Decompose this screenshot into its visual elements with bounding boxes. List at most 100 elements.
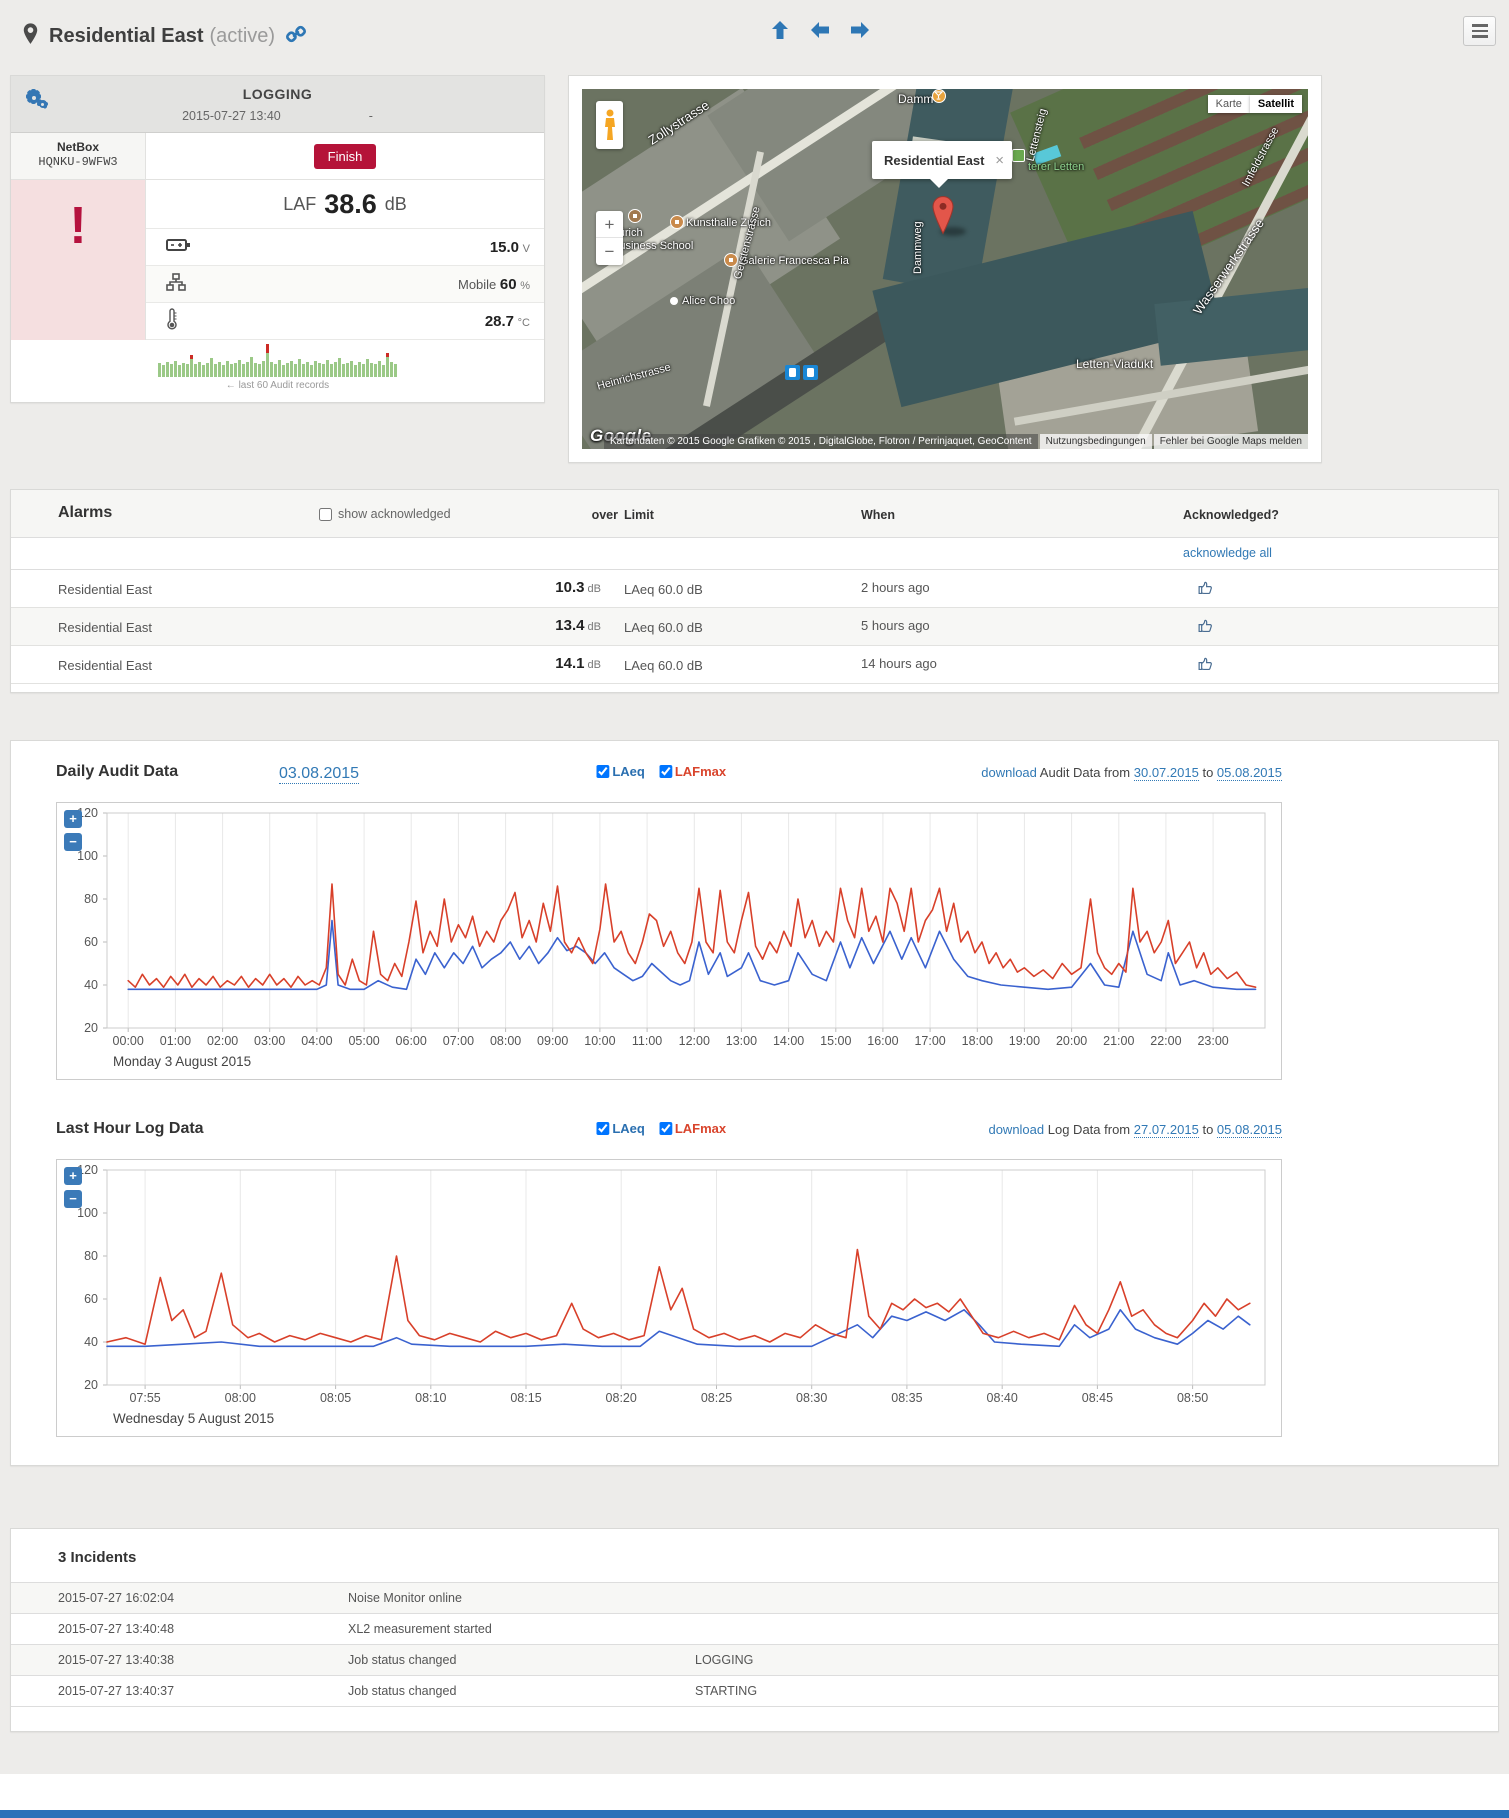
svg-text:11:00: 11:00 (632, 1034, 662, 1048)
audit-to-date-link[interactable]: 05.08.2015 (1216, 765, 1282, 781)
audit-bar (361, 364, 365, 377)
acknowledge-thumb-icon[interactable] (1197, 617, 1214, 639)
train-station-icon[interactable] (785, 365, 800, 380)
park-poi-icon[interactable] (1012, 149, 1025, 162)
map-report-link[interactable]: Fehler bei Google Maps melden (1153, 433, 1308, 449)
laeq-toggle[interactable]: LAeq (596, 764, 645, 779)
map-zoom-control: + − (596, 211, 623, 265)
acknowledge-thumb-icon[interactable] (1197, 655, 1214, 677)
map-type-satellit-button[interactable]: Satellit (1249, 95, 1302, 113)
log-from-date-link[interactable]: 27.07.2015 (1133, 1122, 1199, 1138)
settings-gears-icon[interactable] (23, 86, 49, 112)
google-map[interactable]: Zollystrasse Zürich Business School Kunst… (582, 89, 1308, 449)
lafmax-checkbox[interactable] (658, 765, 672, 778)
audit-bar (217, 362, 221, 377)
audit-bar (381, 365, 385, 377)
arrow-up-icon[interactable] (768, 18, 792, 47)
alarm-over-value: 13.4 (555, 617, 585, 634)
alarm-limit: LAeq 60.0 dB (624, 658, 703, 673)
audit-bar (161, 365, 165, 377)
audit-from-date-link[interactable]: 30.07.2015 (1133, 765, 1199, 781)
svg-text:06:00: 06:00 (396, 1034, 427, 1048)
map-panel: Zollystrasse Zürich Business School Kunst… (568, 75, 1322, 463)
svg-text:16:00: 16:00 (867, 1034, 898, 1048)
show-acknowledged-toggle[interactable]: show acknowledged (319, 507, 451, 521)
incident-row: 2015-07-27 13:40:37 Job status changed S… (11, 1676, 1498, 1707)
info-window-title: Residential East (884, 152, 985, 168)
incident-event: Noise Monitor online (348, 1591, 462, 1605)
hourly-chart-title: Last Hour Log Data (56, 1120, 204, 1137)
audit-bar (201, 365, 205, 377)
audit-sparkline (11, 344, 544, 377)
alarm-row: Residential East 13.4 dB LAeq 60.0 dB 5 … (11, 608, 1498, 646)
daily-chart-date-link[interactable]: 03.08.2015 (279, 765, 360, 784)
chart-zoom-in-button[interactable]: + (64, 1167, 82, 1185)
audit-bar (221, 365, 225, 377)
street-label: Letten-Viadukt (1076, 357, 1154, 371)
lafmax-toggle[interactable]: LAFmax (658, 1121, 726, 1136)
hamburger-menu-button[interactable] (1463, 16, 1496, 46)
audit-bar (333, 362, 337, 377)
acknowledge-all-link[interactable]: acknowledge all (1183, 546, 1272, 560)
chart-zoom-out-button[interactable]: − (64, 833, 82, 851)
svg-text:08:25: 08:25 (701, 1391, 732, 1405)
audit-bar (321, 364, 325, 377)
laeq-toggle[interactable]: LAeq (596, 1121, 645, 1136)
audit-bar (193, 364, 197, 377)
sparkline-caption: ← last 60 Audit records (225, 380, 330, 391)
job-end-time: - (368, 109, 373, 123)
finish-button[interactable]: Finish (313, 143, 377, 169)
school-poi-icon[interactable] (628, 209, 642, 223)
show-acknowledged-checkbox[interactable] (319, 507, 332, 521)
laeq-checkbox[interactable] (596, 765, 610, 778)
voltage-value: 15.0 (489, 238, 520, 256)
bus-station-icon[interactable] (803, 365, 818, 380)
svg-text:21:00: 21:00 (1103, 1034, 1134, 1048)
poi-dot-icon[interactable] (670, 297, 678, 305)
last-hour-log-chart[interactable]: + − 07:55 08:00 08:05 08:10 08:15 08:20 08:25 0… (56, 1159, 1282, 1437)
pegman-control[interactable] (596, 101, 623, 149)
alert-cell: ! (11, 180, 145, 340)
download-log-link[interactable]: download (988, 1122, 1044, 1137)
arrow-right-icon[interactable] (848, 18, 872, 47)
map-marker-icon[interactable] (930, 195, 956, 240)
arrow-left-icon[interactable] (808, 18, 832, 47)
permalink-icon[interactable] (285, 23, 307, 50)
lafmax-toggle[interactable]: LAFmax (658, 764, 726, 779)
laeq-checkbox[interactable] (596, 1122, 610, 1135)
incidents-title: 3 Incidents (58, 1549, 137, 1566)
info-window-close-icon[interactable]: × (987, 152, 1004, 169)
lafmax-checkbox[interactable] (658, 1122, 672, 1135)
audit-bar (241, 364, 245, 377)
audit-bar (169, 364, 173, 377)
audit-bar (209, 358, 213, 377)
chart-zoom-in-button[interactable]: + (64, 810, 82, 828)
chart-zoom-out-button[interactable]: − (64, 1190, 82, 1208)
alarm-when: 14 hours ago (861, 656, 937, 671)
audit-bar (373, 364, 377, 377)
svg-text:10:00: 10:00 (584, 1034, 615, 1048)
laf-label: LAF (283, 193, 317, 214)
nav-arrows (768, 18, 872, 47)
museum-poi-icon[interactable] (670, 215, 684, 229)
map-zoom-in-button[interactable]: + (596, 211, 623, 238)
svg-text:Wednesday 5 August 2015: Wednesday 5 August 2015 (113, 1411, 274, 1426)
map-terms-link[interactable]: Nutzungsbedingungen (1039, 433, 1152, 449)
svg-text:Monday 3 August 2015: Monday 3 August 2015 (113, 1054, 251, 1069)
map-type-karte-button[interactable]: Karte (1207, 95, 1250, 113)
svg-text:08:50: 08:50 (1177, 1391, 1208, 1405)
log-to-date-link[interactable]: 05.08.2015 (1216, 1122, 1282, 1138)
daily-audit-chart[interactable]: + − 00:00 01:00 02:00 03:00 04:00 05:00 06:00 0… (56, 802, 1282, 1080)
bar-poi-icon[interactable] (932, 89, 946, 103)
acknowledge-thumb-icon[interactable] (1197, 579, 1214, 601)
svg-text:17:00: 17:00 (914, 1034, 945, 1048)
column-header-over: over (591, 508, 618, 522)
alarm-row: Residential East 14.1 dB LAeq 60.0 dB 14… (11, 646, 1498, 684)
svg-text:100: 100 (77, 849, 98, 863)
svg-text:07:00: 07:00 (443, 1034, 474, 1048)
download-audit-link[interactable]: download (981, 765, 1037, 780)
street-label: Dammweg (912, 221, 924, 274)
map-zoom-out-button[interactable]: − (596, 238, 623, 265)
incident-event: Job status changed (348, 1684, 457, 1698)
svg-text:01:00: 01:00 (160, 1034, 191, 1048)
